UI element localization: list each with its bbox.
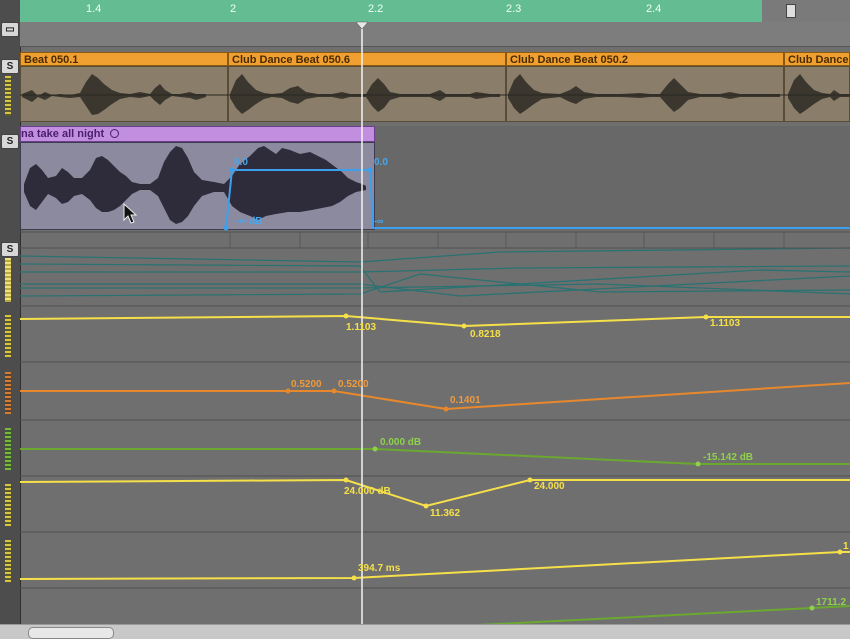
vocal-waveform bbox=[24, 146, 366, 224]
automation-value-label: 11.362 bbox=[430, 508, 461, 519]
fade-value-label: 0.0 bbox=[374, 157, 388, 168]
automation-value-label: 1 bbox=[843, 541, 849, 552]
automation-value-label: 394.7 ms bbox=[358, 563, 401, 574]
fade-value-label: -∞ dB bbox=[236, 216, 263, 227]
automation-value-label: 0.000 dB bbox=[380, 437, 422, 448]
fade-value-label: -∞ bbox=[374, 216, 384, 226]
automation-value-label: 24.000 dB bbox=[344, 486, 391, 497]
automation-value-label: -15.142 dB bbox=[703, 452, 754, 463]
horizontal-scrollbar[interactable] bbox=[0, 624, 850, 639]
automation-value-label: 0.8218 bbox=[470, 329, 501, 340]
automation-value-label: 1.1103 bbox=[710, 318, 741, 329]
automation-value-label: 0.5200 bbox=[291, 379, 322, 390]
mouse-pointer-icon bbox=[123, 202, 138, 224]
automation-value-label: 0.1401 bbox=[450, 395, 481, 406]
automation-value-label: 1.1103 bbox=[346, 322, 377, 333]
fade-value-label: 0.0 bbox=[234, 157, 248, 168]
automation-value-label: 1711.2 bbox=[816, 597, 847, 608]
playhead-triangle bbox=[355, 21, 369, 30]
automation-value-label: 0.5200 bbox=[338, 379, 369, 390]
automation-value-label: 24.000 bbox=[534, 481, 565, 492]
scrollbar-thumb[interactable] bbox=[28, 627, 114, 639]
teal-automation-lines bbox=[19, 247, 850, 297]
